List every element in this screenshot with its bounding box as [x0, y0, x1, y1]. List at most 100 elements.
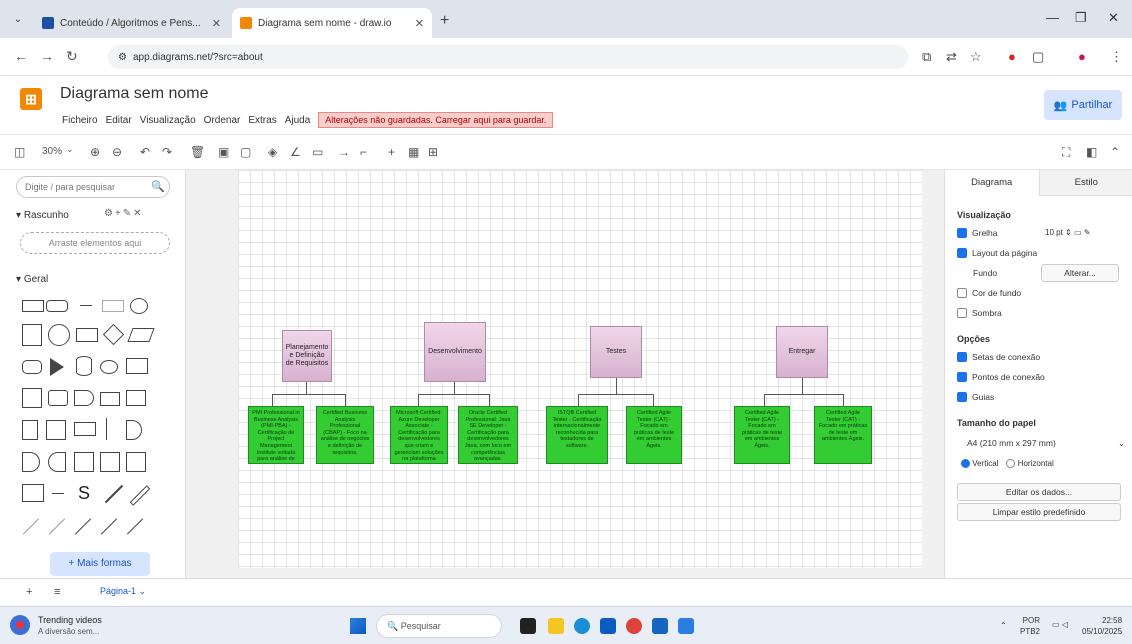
more-shapes-button[interactable]: + Mais formas	[50, 552, 150, 576]
cert-card[interactable]: Certified Business Analysis Professional…	[316, 406, 374, 464]
edit-data-button[interactable]: Editar os dados...	[957, 483, 1121, 501]
waypoints-icon[interactable]: ⌐	[360, 145, 367, 159]
checkbox-unchecked[interactable]	[957, 288, 967, 298]
shadow-checkbox[interactable]: Sombra	[957, 308, 1002, 318]
cert-card[interactable]: Microsoft Certified: Azure Developer Ass…	[390, 406, 448, 464]
to-front-icon[interactable]: ▣	[218, 145, 229, 159]
connection-icon[interactable]: →	[338, 145, 350, 159]
cert-card[interactable]: Certified Agile Tester (CAT) - Focado em…	[734, 406, 790, 464]
terminator-shape[interactable]	[22, 360, 42, 374]
cert-card[interactable]: PMI Professional in Business Analysis (P…	[248, 406, 304, 464]
format-panel-icon[interactable]: ◧	[1086, 145, 1097, 159]
table-shape[interactable]	[22, 484, 44, 502]
internal-storage-shape[interactable]	[22, 388, 42, 408]
checkbox-checked[interactable]	[957, 228, 967, 238]
document-title[interactable]: Diagrama sem nome	[60, 85, 209, 103]
container-shape[interactable]	[100, 452, 120, 472]
header-box-tests[interactable]: Testes	[590, 326, 642, 378]
taskview-icon[interactable]	[520, 618, 536, 634]
diagram-page[interactable]: Planejamento e Definição de Requisitos D…	[238, 170, 922, 568]
arrow-line-shape[interactable]	[126, 518, 144, 535]
store-icon[interactable]	[600, 618, 616, 634]
shadow-icon[interactable]: ▭	[312, 145, 323, 159]
browser-tab-2-active[interactable]: Diagrama sem nome - draw.io ✕	[232, 8, 432, 38]
add-page-icon[interactable]: +	[26, 586, 32, 598]
window-close-icon[interactable]: ✕	[1108, 10, 1119, 26]
checkbox-checked[interactable]	[957, 372, 967, 382]
scratchpad-drop-area[interactable]: Arraste elementos aqui	[20, 232, 170, 254]
reload-icon[interactable]: ↻	[66, 48, 78, 65]
radio-unselected[interactable]	[1006, 459, 1016, 469]
data-storage-shape[interactable]	[48, 452, 66, 472]
checkbox-checked[interactable]	[957, 392, 967, 402]
scratchpad-tools[interactable]: ⚙+✎✕	[104, 208, 144, 219]
circle-shape[interactable]	[48, 324, 70, 346]
chrome-icon[interactable]	[626, 618, 642, 634]
grid-checkbox[interactable]: Grelha	[957, 228, 998, 238]
bg-color-checkbox[interactable]: Cor de fundo	[957, 288, 1021, 298]
header-box-planning[interactable]: Planejamento e Definição de Requisitos	[282, 330, 332, 382]
vertical-radio[interactable]: Vertical	[961, 459, 998, 469]
delay-shape[interactable]	[74, 390, 94, 406]
network-volume-icon[interactable]: ▭ ◁	[1052, 619, 1068, 630]
tab-search-icon[interactable]: ⌄	[8, 10, 28, 30]
dotted-line-shape[interactable]	[48, 518, 66, 535]
unsaved-warning[interactable]: Alterações não guardadas. Carregar aqui …	[318, 112, 554, 128]
restore-icon[interactable]: ❐	[1075, 10, 1087, 26]
horizontal-radio[interactable]: Horizontal	[1006, 459, 1054, 469]
shape-search-input[interactable]: Digite / para pesquisar	[16, 176, 170, 198]
header-box-development[interactable]: Desenvolvimento	[424, 322, 486, 382]
curve-shape[interactable]: S	[78, 482, 94, 504]
rectangle-shape[interactable]	[22, 300, 44, 312]
guides-checkbox[interactable]: Guias	[957, 392, 994, 402]
line-shape[interactable]	[52, 493, 64, 494]
change-background-button[interactable]: Alterar...	[1041, 264, 1119, 282]
connector-shape[interactable]	[100, 518, 118, 535]
new-tab-icon[interactable]: +	[440, 12, 449, 30]
double-arrow-shape[interactable]	[129, 485, 151, 506]
close-tab-icon[interactable]: ✕	[415, 17, 424, 30]
menu-edit[interactable]: Editar	[106, 115, 132, 126]
news-title[interactable]: Trending videos	[38, 615, 102, 625]
header-box-delivery[interactable]: Entregar	[776, 326, 828, 378]
conn-arrows-checkbox[interactable]: Setas de conexão	[957, 352, 1040, 362]
menu-file[interactable]: Ficheiro	[62, 115, 98, 126]
site-info-icon[interactable]: ⚙	[118, 52, 127, 63]
profile-avatar[interactable]: ●	[1078, 49, 1086, 64]
to-back-icon[interactable]: ▢	[240, 145, 251, 159]
cert-card[interactable]: Certified Agile Tester (CAT) - Focado em…	[626, 406, 682, 464]
list-shape[interactable]	[126, 452, 146, 472]
grid-table-icon[interactable]: ⊞	[428, 145, 438, 159]
zoom-dropdown-icon[interactable]: ⌄	[66, 144, 74, 155]
menu-help[interactable]: Ajuda	[285, 115, 311, 126]
redo-icon[interactable]: ↷	[162, 145, 172, 159]
zoom-in-icon[interactable]: ⊕	[90, 145, 100, 159]
trapezoid-shape[interactable]	[100, 392, 120, 406]
straight-line-shape[interactable]	[74, 518, 92, 535]
cert-card[interactable]: Certified Agile Tester (CAT) - Focado em…	[814, 406, 872, 464]
cert-card[interactable]: ISTQB Certified Tester - Certificação in…	[546, 406, 608, 464]
menu-extras[interactable]: Extras	[248, 115, 276, 126]
tab-style[interactable]: Estilo	[1038, 170, 1132, 196]
step-shape[interactable]	[48, 390, 68, 406]
browser-tab-1[interactable]: Conteúdo / Algoritmos e Pens... ✕	[34, 8, 229, 38]
language-indicator[interactable]: POR PTB2	[1020, 615, 1040, 637]
callout-shape[interactable]	[74, 422, 96, 436]
edge-icon[interactable]	[574, 618, 590, 634]
app-icon[interactable]	[678, 618, 694, 634]
process-shape[interactable]	[76, 328, 98, 342]
share-button[interactable]: 👥 Partilhar	[1044, 90, 1122, 120]
checkbox-unchecked[interactable]	[957, 308, 967, 318]
paper-size-select[interactable]: A4 (210 mm x 297 mm) ⌄	[967, 435, 1125, 451]
menu-view[interactable]: Visualização	[140, 115, 196, 126]
grid-size-stepper[interactable]: 10 pt ⇕ ▭ ✎	[1045, 228, 1090, 237]
news-widget-icon[interactable]	[10, 615, 30, 635]
ellipse-shape[interactable]	[130, 298, 148, 314]
triangle-shape[interactable]	[50, 358, 64, 376]
conn-points-checkbox[interactable]: Pontos de conexão	[957, 372, 1045, 382]
browser-menu-icon[interactable]: ⋮	[1110, 49, 1123, 65]
clear-default-style-button[interactable]: Limpar estilo predefinido	[957, 503, 1121, 521]
cert-card[interactable]: Oracle Certified Professional: Java SE D…	[458, 406, 518, 464]
pages-menu-icon[interactable]: ≡	[54, 586, 60, 598]
bookmark-star-icon[interactable]: ☆	[970, 49, 982, 65]
